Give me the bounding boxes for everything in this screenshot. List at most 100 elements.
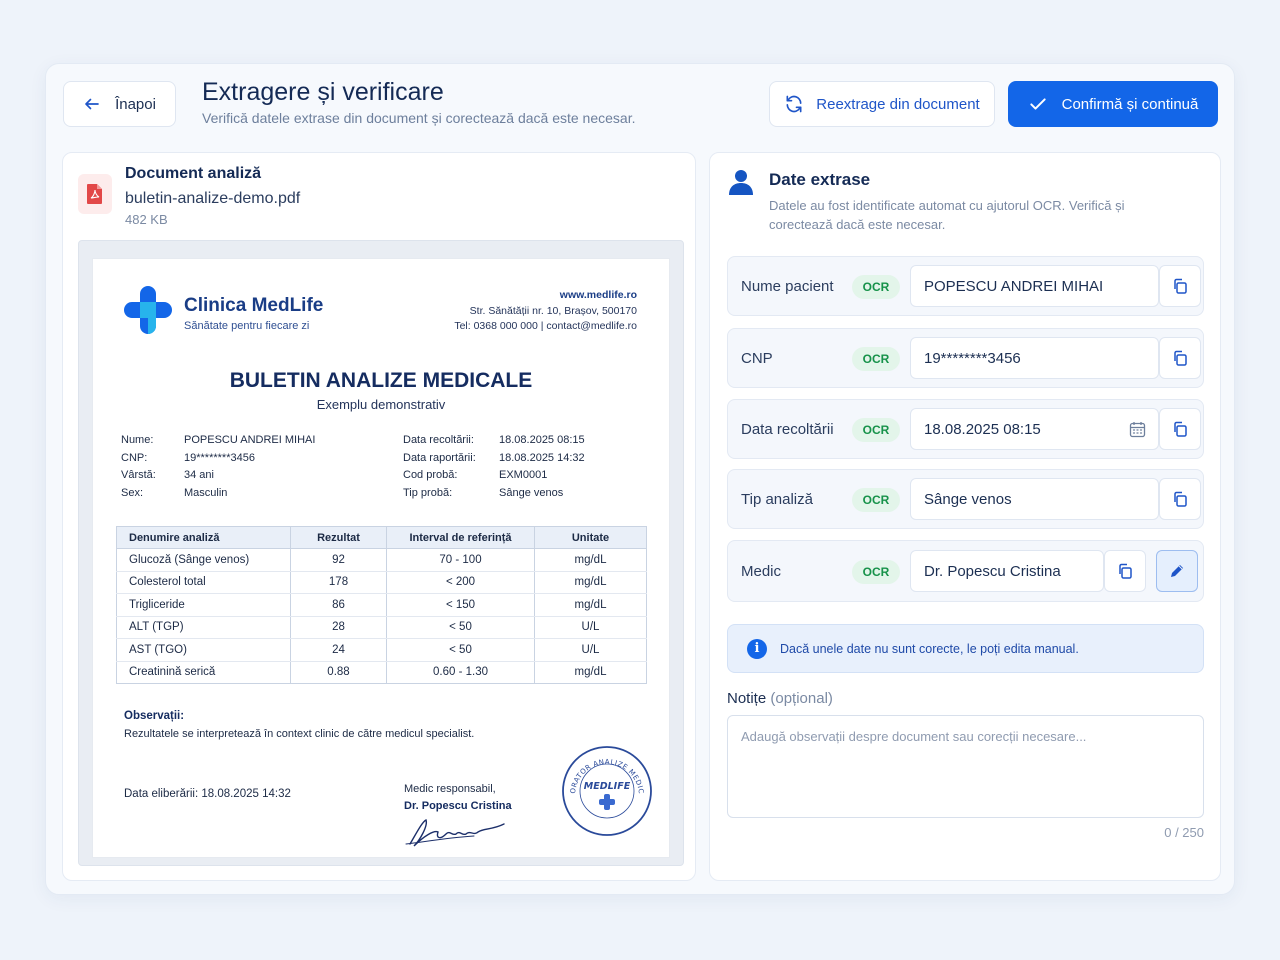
analysis-type-input[interactable]: Sânge venos	[910, 478, 1159, 520]
info-message-box: i Dacă unele date nu sunt corecte, le po…	[727, 624, 1204, 673]
info-label: Sex:	[121, 486, 144, 499]
info-value: 34 ani	[184, 469, 214, 482]
ocr-badge: OCR	[852, 275, 900, 299]
check-icon	[1029, 98, 1046, 110]
copy-button[interactable]	[1159, 478, 1201, 520]
field-row-data-recoltarii: Data recoltării OCR 18.08.2025 08:15	[727, 399, 1204, 459]
collection-date-value: 18.08.2025 08:15	[924, 420, 1041, 438]
table-cell: 28	[290, 616, 387, 639]
clinic-address: Str. Sănătății nr. 10, Brașov, 500170	[469, 304, 637, 317]
clinic-website: www.medlife.ro	[559, 289, 637, 301]
table-cell: 86	[290, 593, 387, 617]
pdf-file-icon	[78, 174, 112, 214]
info-label: Nume:	[121, 434, 154, 446]
copy-icon	[1174, 421, 1187, 437]
table-header-row: Denumire analiză Rezultat Interval de re…	[116, 526, 647, 549]
notes-textarea[interactable]	[727, 715, 1204, 818]
clinic-contact: www.medlife.ro Str. Sănătății nr. 10, Br…	[454, 288, 637, 335]
page-subtitle: Verifică datele extrase din document și …	[202, 110, 636, 126]
copy-icon	[1174, 491, 1187, 507]
table-cell: 70 - 100	[386, 548, 535, 572]
field-label: Medic	[741, 563, 782, 580]
copy-button[interactable]	[1159, 408, 1201, 450]
responsible-name: Dr. Popescu Cristina	[404, 800, 512, 812]
patient-info-values: POPESCU ANDREI MIHAI 19********3456 34 a…	[184, 432, 394, 502]
copy-button[interactable]	[1159, 265, 1201, 307]
edit-button[interactable]	[1156, 550, 1198, 592]
table-header: Interval de referință	[386, 526, 535, 549]
copy-icon	[1174, 278, 1187, 294]
info-value: 19********3456	[184, 451, 255, 464]
info-value: Masculin	[184, 486, 228, 499]
info-value: 18.08.2025 08:15	[499, 434, 585, 446]
table-cell: Trigliceride	[116, 593, 291, 617]
copy-icon	[1174, 350, 1187, 366]
back-label: Înapoi	[115, 95, 156, 113]
refresh-icon	[786, 95, 802, 113]
info-value: Sânge venos	[499, 486, 564, 499]
table-cell: 24	[290, 638, 387, 662]
field-label: Nume pacient	[741, 278, 834, 295]
clinic-name: Clinica MedLife	[184, 295, 324, 316]
info-value: POPESCU ANDREI MIHAI	[184, 434, 316, 446]
page-title: Extragere și verificare	[202, 78, 444, 106]
reextract-button[interactable]: Reextrage din document	[769, 81, 995, 127]
info-value: EXM0001	[499, 469, 548, 482]
info-label: Data raportării:	[403, 451, 476, 464]
laboratory-stamp: LABORATOR ANALIZE MEDICALE MEDLIFE	[560, 744, 652, 836]
observations-title: Observații:	[124, 710, 185, 722]
table-cell: mg/dL	[534, 593, 647, 617]
confirm-continue-button[interactable]: Confirmă și continuă	[1008, 81, 1218, 127]
info-label: Tip probă:	[403, 486, 453, 499]
user-icon	[729, 170, 753, 195]
table-cell: < 50	[386, 638, 535, 662]
arrow-left-icon	[85, 98, 99, 110]
notes-label: Notițe (opțional)	[727, 690, 833, 707]
reextract-label: Reextrage din document	[816, 95, 980, 113]
ocr-badge: OCR	[852, 560, 900, 584]
cnp-input[interactable]: 19********3456	[910, 337, 1159, 379]
table-cell: 0.60 - 1.30	[386, 661, 535, 684]
document-filename: buletin-analize-demo.pdf	[125, 190, 301, 207]
character-counter: 0 / 250	[1164, 825, 1204, 840]
confirm-label: Confirmă și continuă	[1061, 95, 1199, 113]
table-row: Creatinină serică 0.88 0.60 - 1.30 mg/dL	[116, 661, 647, 684]
table-cell: 92	[290, 548, 387, 572]
table-cell: AST (TGO)	[116, 638, 291, 662]
table-cell: < 150	[386, 593, 535, 617]
table-cell: U/L	[534, 616, 647, 639]
table-row: AST (TGO) 24 < 50 U/L	[116, 638, 647, 662]
table-cell: Glucoză (Sânge venos)	[116, 548, 291, 572]
document-size: 482 KB	[125, 212, 168, 227]
back-button[interactable]: Înapoi	[63, 81, 176, 127]
ocr-badge: OCR	[852, 347, 900, 371]
copy-button[interactable]	[1159, 337, 1201, 379]
responsible-label: Medic responsabil,	[404, 783, 496, 795]
info-label: CNP:	[121, 451, 148, 464]
signature-image	[405, 819, 505, 847]
document-label: Document analiză	[125, 165, 262, 182]
patient-info-labels: Nume: CNP: Vârstă: Sex:	[121, 432, 181, 502]
results-table: Denumire analiză Rezultat Interval de re…	[116, 526, 647, 684]
field-row-medic: Medic OCR Dr. Popescu Cristina	[727, 540, 1204, 602]
field-label: Data recoltării	[741, 421, 834, 438]
sample-info-values: 18.08.2025 08:15 18.08.2025 14:32 EXM000…	[499, 432, 619, 502]
bulletin-subtitle: Exemplu demonstrativ	[316, 397, 446, 412]
calendar-icon[interactable]	[1129, 421, 1146, 438]
notes-optional-text: (opțional)	[770, 690, 833, 707]
copy-icon	[1119, 563, 1132, 579]
doctor-input[interactable]: Dr. Popescu Cristina	[910, 550, 1104, 592]
field-row-tip-analiza: Tip analiză OCR Sânge venos	[727, 469, 1204, 529]
table-row: Colesterol total 178 < 200 mg/dL	[116, 571, 647, 594]
table-cell: ALT (TGP)	[116, 616, 291, 639]
svg-text:MEDLIFE: MEDLIFE	[584, 781, 631, 792]
table-cell: Colesterol total	[116, 571, 291, 594]
copy-button[interactable]	[1104, 550, 1146, 592]
field-label: Tip analiză	[741, 491, 813, 508]
clinic-tagline: Sănătate pentru fiecare zi	[184, 320, 310, 332]
ocr-badge: OCR	[852, 488, 900, 512]
table-header: Rezultat	[290, 526, 387, 549]
info-value: 18.08.2025 14:32	[499, 451, 585, 464]
collection-date-input[interactable]: 18.08.2025 08:15	[910, 408, 1159, 450]
patient-name-input[interactable]: POPESCU ANDREI MIHAI	[910, 265, 1159, 307]
